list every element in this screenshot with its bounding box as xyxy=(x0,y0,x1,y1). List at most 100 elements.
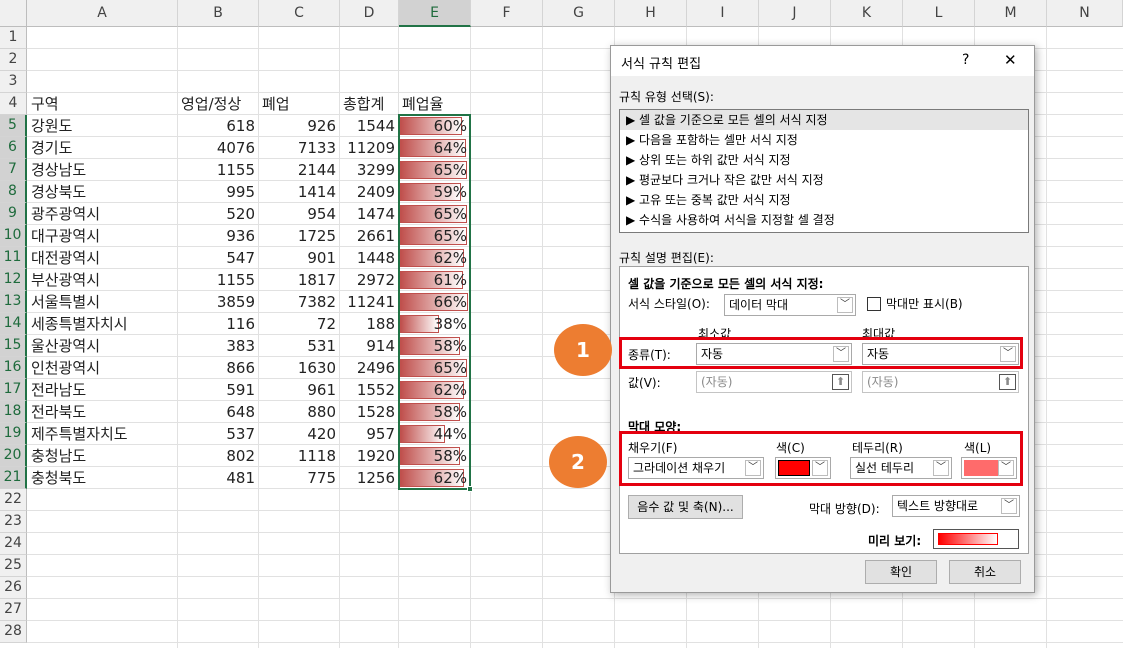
cell-region[interactable]: 울산광역시 xyxy=(28,335,177,357)
row-header-14[interactable]: 14 xyxy=(0,313,27,335)
rule-type-item[interactable]: ▶ 다음을 포함하는 셀만 서식 지정 xyxy=(620,130,1028,150)
cell-closed[interactable]: 420 xyxy=(259,423,339,445)
cell-region[interactable]: 제주특별자치도 xyxy=(28,423,177,445)
format-style-combo[interactable]: 데이터 막대 ﹀ xyxy=(724,294,856,316)
cell-region[interactable]: 충청남도 xyxy=(28,445,177,467)
cell-closed[interactable]: 2144 xyxy=(259,159,339,181)
cell-region[interactable]: 경상북도 xyxy=(28,181,177,203)
row-header-13[interactable]: 13 xyxy=(0,291,27,313)
cell-open[interactable]: 116 xyxy=(178,313,258,335)
negative-value-axis-button[interactable]: 음수 값 및 축(N)... xyxy=(628,495,743,519)
cell-open[interactable]: 802 xyxy=(178,445,258,467)
cell-total[interactable]: 1448 xyxy=(340,247,398,269)
header-closed[interactable]: 폐업 xyxy=(259,93,339,115)
cell-open[interactable]: 520 xyxy=(178,203,258,225)
cell-total[interactable]: 1552 xyxy=(340,379,398,401)
cell-total[interactable]: 2496 xyxy=(340,357,398,379)
column-header-E[interactable]: E xyxy=(399,0,471,27)
cell-region[interactable]: 대전광역시 xyxy=(28,247,177,269)
row-header-10[interactable]: 10 xyxy=(0,225,27,247)
row-header-18[interactable]: 18 xyxy=(0,401,27,423)
column-header-C[interactable]: C xyxy=(259,0,340,27)
cell-region[interactable]: 부산광역시 xyxy=(28,269,177,291)
cell-closed[interactable]: 1630 xyxy=(259,357,339,379)
rule-type-item[interactable]: ▶ 고유 또는 중복 값만 서식 지정 xyxy=(620,190,1028,210)
row-header-23[interactable]: 23 xyxy=(0,511,27,533)
cell-open[interactable]: 866 xyxy=(178,357,258,379)
cell-total[interactable]: 2409 xyxy=(340,181,398,203)
column-header-G[interactable]: G xyxy=(543,0,615,27)
cell-closed[interactable]: 961 xyxy=(259,379,339,401)
cell-total[interactable]: 1256 xyxy=(340,467,398,489)
cell-total[interactable]: 1474 xyxy=(340,203,398,225)
cell-closed[interactable]: 775 xyxy=(259,467,339,489)
cell-total[interactable]: 3299 xyxy=(340,159,398,181)
header-total[interactable]: 총합계 xyxy=(340,93,398,115)
range-select-icon[interactable]: ⬆ xyxy=(832,374,849,390)
cell-open[interactable]: 1155 xyxy=(178,159,258,181)
cell-open[interactable]: 4076 xyxy=(178,137,258,159)
max-value-field[interactable]: (자동) ⬆ xyxy=(862,371,1019,393)
row-header-25[interactable]: 25 xyxy=(0,555,27,577)
header-open[interactable]: 영업/정상 xyxy=(178,93,258,115)
cell-region[interactable]: 세종특별자치시 xyxy=(28,313,177,335)
header-rate[interactable]: 폐업율 xyxy=(399,93,470,115)
cell-region[interactable]: 경기도 xyxy=(28,137,177,159)
cell-region[interactable]: 강원도 xyxy=(28,115,177,137)
column-header-I[interactable]: I xyxy=(687,0,759,27)
cancel-button[interactable]: 취소 xyxy=(949,560,1021,584)
cell-closed[interactable]: 1118 xyxy=(259,445,339,467)
row-header-15[interactable]: 15 xyxy=(0,335,27,357)
cell-open[interactable]: 1155 xyxy=(178,269,258,291)
column-header-D[interactable]: D xyxy=(340,0,399,27)
cell-region[interactable]: 광주광역시 xyxy=(28,203,177,225)
cell-region[interactable]: 서울특별시 xyxy=(28,291,177,313)
row-header-5[interactable]: 5 xyxy=(0,115,27,137)
cell-region[interactable]: 대구광역시 xyxy=(28,225,177,247)
cell-region[interactable]: 전라남도 xyxy=(28,379,177,401)
row-header-22[interactable]: 22 xyxy=(0,489,27,511)
cell-total[interactable]: 188 xyxy=(340,313,398,335)
row-header-8[interactable]: 8 xyxy=(0,181,27,203)
select-all-corner[interactable] xyxy=(0,0,27,27)
cell-open[interactable]: 547 xyxy=(178,247,258,269)
row-header-12[interactable]: 12 xyxy=(0,269,27,291)
cell-total[interactable]: 2661 xyxy=(340,225,398,247)
column-header-M[interactable]: M xyxy=(975,0,1047,27)
cell-total[interactable]: 1528 xyxy=(340,401,398,423)
column-header-B[interactable]: B xyxy=(178,0,259,27)
column-header-N[interactable]: N xyxy=(1047,0,1123,27)
cell-region[interactable]: 인천광역시 xyxy=(28,357,177,379)
column-header-L[interactable]: L xyxy=(903,0,975,27)
cell-open[interactable]: 618 xyxy=(178,115,258,137)
cell-region[interactable]: 충청북도 xyxy=(28,467,177,489)
cell-open[interactable]: 648 xyxy=(178,401,258,423)
row-header-24[interactable]: 24 xyxy=(0,533,27,555)
column-header-J[interactable]: J xyxy=(759,0,831,27)
cell-closed[interactable]: 1817 xyxy=(259,269,339,291)
row-header-27[interactable]: 27 xyxy=(0,599,27,621)
cell-open[interactable]: 383 xyxy=(178,335,258,357)
range-select-icon[interactable]: ⬆ xyxy=(999,374,1016,390)
column-header-F[interactable]: F xyxy=(471,0,543,27)
cell-open[interactable]: 537 xyxy=(178,423,258,445)
direction-combo[interactable]: 텍스트 방향대로 ﹀ xyxy=(892,495,1020,517)
cell-total[interactable]: 11241 xyxy=(340,291,398,313)
close-icon[interactable]: ✕ xyxy=(1004,51,1017,69)
cell-open[interactable]: 936 xyxy=(178,225,258,247)
cell-total[interactable]: 11209 xyxy=(340,137,398,159)
row-header-26[interactable]: 26 xyxy=(0,577,27,599)
cell-total[interactable]: 2972 xyxy=(340,269,398,291)
header-region[interactable]: 구역 xyxy=(28,93,177,115)
rule-type-item[interactable]: ▶ 평균보다 크거나 작은 값만 서식 지정 xyxy=(620,170,1028,190)
cell-total[interactable]: 957 xyxy=(340,423,398,445)
cell-closed[interactable]: 72 xyxy=(259,313,339,335)
cell-region[interactable]: 경상남도 xyxy=(28,159,177,181)
cell-total[interactable]: 1920 xyxy=(340,445,398,467)
rule-type-list[interactable]: ▶ 셀 값을 기준으로 모든 셀의 서식 지정 ▶ 다음을 포함하는 셀만 서식 … xyxy=(619,109,1029,233)
column-header-H[interactable]: H xyxy=(615,0,687,27)
fill-handle[interactable] xyxy=(467,486,473,492)
min-value-field[interactable]: (자동) ⬆ xyxy=(696,371,852,393)
cell-closed[interactable]: 7382 xyxy=(259,291,339,313)
ok-button[interactable]: 확인 xyxy=(865,560,937,584)
